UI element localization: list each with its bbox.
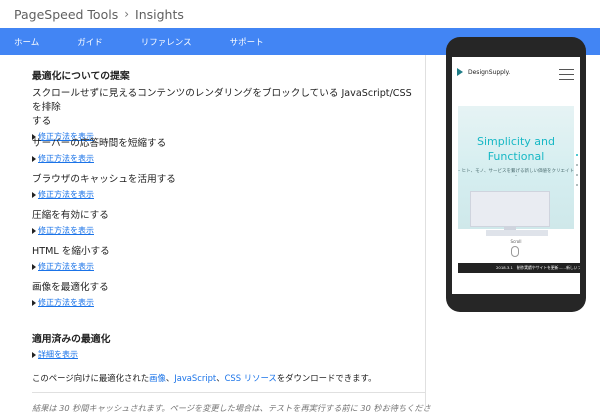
rule-title: 圧縮を有効にする: [32, 210, 109, 221]
show-details-link[interactable]: 詳細を表示: [32, 349, 78, 360]
rule-minify-html: HTML を縮小する 修正方法を表示: [32, 245, 110, 272]
show-fix-link[interactable]: 修正方法を表示: [32, 297, 109, 308]
nav-item-home[interactable]: ホーム: [14, 36, 39, 48]
expand-triangle-icon: [32, 155, 36, 162]
show-fix-link[interactable]: 修正方法を表示: [32, 225, 109, 236]
site-logo: DesignSupply.: [457, 68, 510, 76]
expand-triangle-icon: [32, 191, 36, 198]
slider-dots: [576, 154, 578, 186]
section-divider: [32, 392, 425, 393]
show-fix-link[interactable]: 修正方法を表示: [32, 261, 110, 272]
rule-title: サーバーの応答時間を短縮する: [32, 138, 167, 149]
expand-triangle-icon: [32, 351, 36, 358]
download-css-link[interactable]: CSS リソース: [225, 373, 277, 383]
expand-triangle-icon: [32, 263, 36, 270]
breadcrumb-root[interactable]: PageSpeed Tools: [14, 7, 118, 22]
hero-banner: Simplicity and Functional – ヒト、モノ、サービスを繋…: [458, 106, 574, 236]
breadcrumb: PageSpeed Tools › Insights: [0, 0, 600, 28]
expand-triangle-icon: [32, 227, 36, 234]
rule-title: スクロールせずに見えるコンテンツのレンダリングをブロックしている JavaScr…: [32, 88, 412, 127]
applied-details: 詳細を表示: [32, 347, 78, 360]
download-text: このページ向けに最適化された画像、JavaScript、CSS リソースをダウン…: [32, 373, 377, 383]
breadcrumb-current: Insights: [135, 6, 184, 22]
panel-divider: [425, 55, 426, 408]
show-fix-link[interactable]: 修正方法を表示: [32, 189, 176, 200]
applied-heading: 適用済みの最適化: [32, 334, 111, 345]
cache-note: 結果は 30 秒間キャッシュされます。ページを変更した場合は、テストを再実行する…: [32, 403, 431, 413]
results-panel: 最適化についての提案 スクロールせずに見えるコンテンツのレンダリングをブロックし…: [0, 55, 431, 413]
expand-triangle-icon: [32, 299, 36, 306]
rule-title: 画像を最適化する: [32, 282, 109, 293]
monitor-illustration: [470, 191, 550, 227]
mobile-preview-phone: DesignSupply. Simplicity and Functional …: [446, 37, 586, 312]
hero-title-line2: Functional: [487, 150, 545, 163]
nav-item-reference[interactable]: リファレンス: [141, 36, 192, 48]
rule-browser-cache: ブラウザのキャッシュを活用する 修正方法を表示: [32, 173, 176, 200]
hero-title-line1: Simplicity and: [477, 135, 555, 148]
mouse-scroll-icon: [511, 246, 519, 257]
news-ticker: 2018.3.1 制作実績やサイトを更新……新しいフルード: [458, 263, 580, 273]
rule-render-blocking: スクロールせずに見えるコンテンツのレンダリングをブロックしている JavaScr…: [32, 87, 424, 142]
rule-optimize-images: 画像を最適化する 修正方法を表示: [32, 281, 109, 308]
chevron-right-icon: ›: [124, 7, 130, 21]
rule-compression: 圧縮を有効にする 修正方法を表示: [32, 209, 109, 236]
download-images-link[interactable]: 画像: [149, 373, 166, 383]
rule-title: ブラウザのキャッシュを活用する: [32, 174, 176, 185]
rule-title: HTML を縮小する: [32, 246, 110, 257]
rule-server-response: サーバーの応答時間を短縮する 修正方法を表示: [32, 137, 166, 164]
hero-subtitle: – ヒト、モノ、サービスを繋げる新しい価値をクリエイト –: [458, 169, 574, 179]
scroll-label: Scroll: [510, 239, 522, 244]
download-js-link[interactable]: JavaScript: [174, 373, 216, 383]
hamburger-menu-icon: [559, 69, 574, 80]
logo-mark-icon: [457, 68, 463, 76]
mobile-preview-screen: DesignSupply. Simplicity and Functional …: [452, 57, 580, 294]
show-fix-link[interactable]: 修正方法を表示: [32, 153, 166, 164]
nav-item-guide[interactable]: ガイド: [77, 36, 103, 48]
nav-item-support[interactable]: サポート: [230, 36, 264, 48]
suggestions-heading: 最適化についての提案: [32, 71, 130, 82]
keyboard-illustration: [486, 230, 548, 236]
